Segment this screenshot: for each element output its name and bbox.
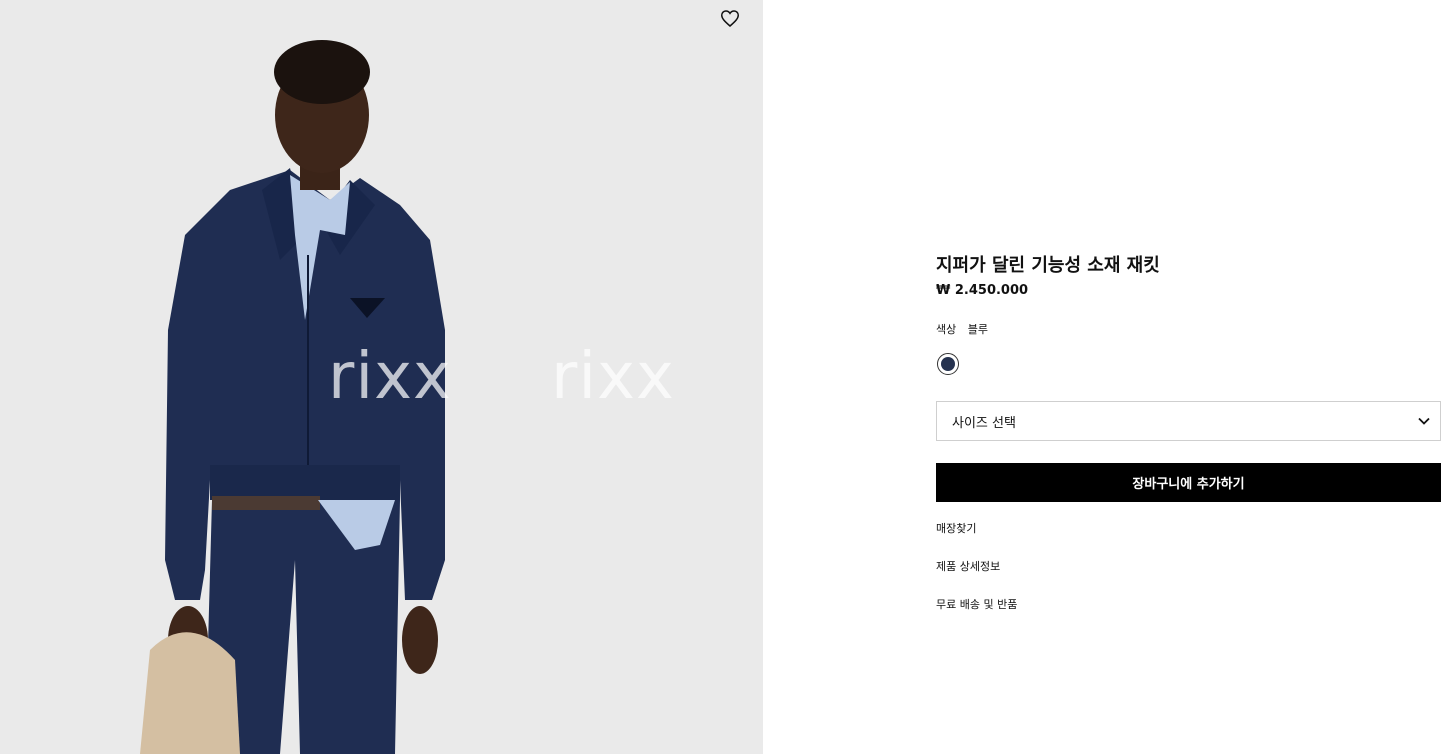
product-price: ₩ 2.450.000: [936, 283, 1029, 298]
store-finder-link[interactable]: 매장찾기: [936, 520, 976, 536]
watermark: rixx: [328, 340, 452, 414]
product-info-panel: 지퍼가 달린 기능성 소재 재킷 ₩ 2.450.000 색상 블루 사이즈 선…: [936, 0, 1441, 754]
color-label: 색상: [936, 323, 957, 336]
color-swatch-blue[interactable]: [937, 353, 959, 375]
color-info: 색상 블루: [936, 321, 988, 337]
size-select[interactable]: 사이즈 선택: [936, 401, 1441, 441]
size-select-label: 사이즈 선택: [952, 415, 1016, 431]
color-value: 블루: [967, 323, 988, 336]
heart-icon: [721, 9, 739, 27]
wishlist-button[interactable]: [718, 6, 742, 30]
watermark: rixx: [551, 340, 675, 414]
shipping-returns-link[interactable]: 무료 배송 및 반품: [936, 596, 1017, 612]
swatch-dot: [941, 357, 955, 371]
product-title: 지퍼가 달린 기능성 소재 재킷: [936, 255, 1160, 276]
chevron-down-icon: [1418, 417, 1430, 425]
product-details-link[interactable]: 제품 상세정보: [936, 558, 1000, 574]
product-image: rixx rixx: [0, 0, 763, 754]
add-to-cart-button[interactable]: 장바구니에 추가하기: [936, 463, 1441, 502]
